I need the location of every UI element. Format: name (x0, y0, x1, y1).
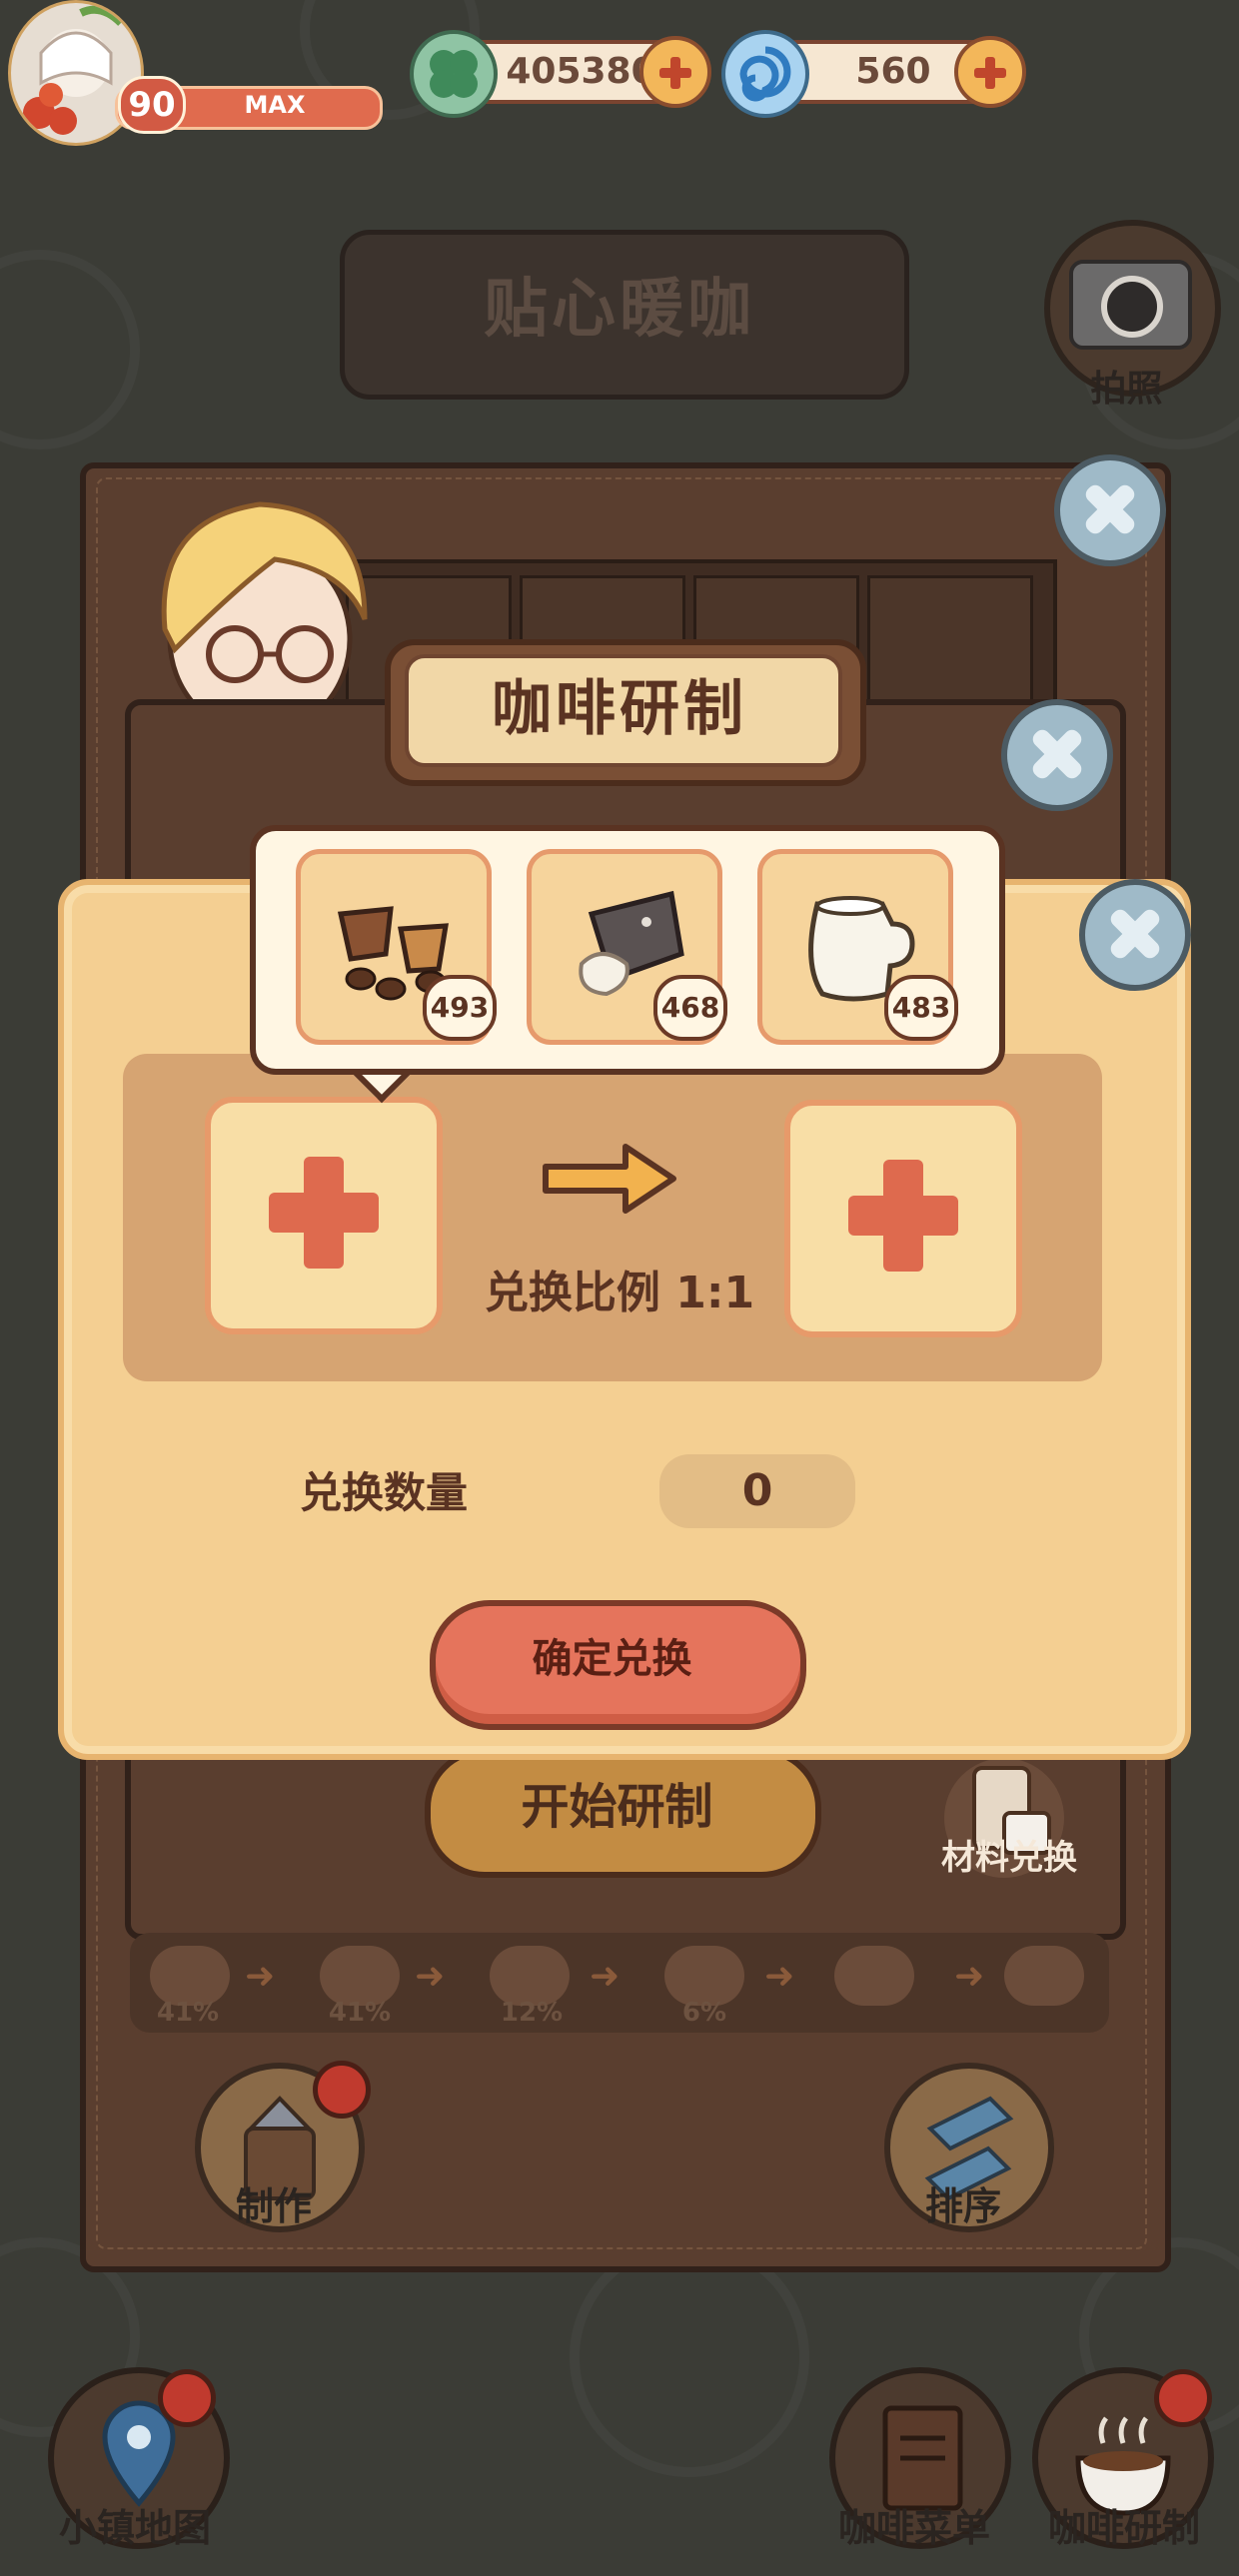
confirm-exchange-label: 确定兑换 (532, 1636, 692, 1682)
town-map-label: 小镇地图 (58, 2506, 211, 2550)
close-exchange-button[interactable] (1079, 879, 1191, 991)
level-status: MAX (244, 91, 306, 119)
coffee-cup-icon (1004, 1946, 1084, 2006)
panel-title: 咖啡研制 (492, 674, 747, 744)
clover-coin-icon (410, 30, 498, 118)
close-research-button[interactable] (1001, 699, 1113, 811)
chain-arrow-icon: ➜ (415, 1956, 446, 1997)
pour-over-icon (664, 1946, 744, 2006)
player-level: 90 (118, 76, 186, 134)
ground-coffee-scoop-icon (490, 1946, 570, 2006)
coffee-menu-label: 咖啡菜单 (837, 2506, 990, 2550)
swirl-gem-icon (721, 30, 809, 118)
add-gems-button[interactable] (954, 36, 1026, 108)
coffee-beans-count: 493 (423, 975, 497, 1041)
coffee-pitcher-icon (834, 1946, 914, 2006)
roasted-beans-icon (320, 1946, 400, 2006)
make-notification-dot (313, 2061, 371, 2119)
coffee-bean-icon (150, 1946, 230, 2006)
research-notification-dot (1154, 2369, 1212, 2427)
map-notification-dot (158, 2369, 216, 2427)
milk-count: 483 (884, 975, 958, 1041)
target-material-slot[interactable] (784, 1100, 1022, 1337)
sugar-count: 468 (653, 975, 727, 1041)
chain-percent: 41% (328, 1998, 392, 2028)
add-coins-button[interactable] (639, 36, 711, 108)
chain-percent: 6% (681, 1998, 727, 2028)
close-shop-button[interactable] (1054, 454, 1166, 566)
chain-arrow-icon: ➜ (590, 1956, 620, 1997)
source-material-slot[interactable] (205, 1097, 443, 1334)
chain-percent: 12% (500, 1998, 564, 2028)
sort-label: 排序 (924, 2184, 1001, 2228)
exchange-arrow-icon (543, 1144, 676, 1214)
chain-arrow-icon: ➜ (764, 1956, 795, 1997)
shop-sign-text: 贴心暖咖 (484, 273, 755, 347)
camera-label: 拍照 (1090, 369, 1163, 410)
chain-arrow-icon: ➜ (245, 1956, 276, 1997)
coffee-research-label: 咖啡研制 (1047, 2506, 1200, 2550)
quantity-field[interactable]: 0 (659, 1454, 855, 1528)
exchange-ratio: 兑换比例 1:1 (484, 1268, 755, 1318)
material-exchange-label: 材料兑换 (941, 1838, 1077, 1878)
chain-arrow-icon: ➜ (954, 1956, 985, 1997)
quantity-label: 兑换数量 (300, 1468, 469, 1517)
camera-lens-icon (1101, 276, 1163, 338)
start-research-label: 开始研制 (521, 1779, 713, 1835)
make-label: 制作 (235, 2184, 312, 2228)
chain-percent: 41% (156, 1998, 220, 2028)
